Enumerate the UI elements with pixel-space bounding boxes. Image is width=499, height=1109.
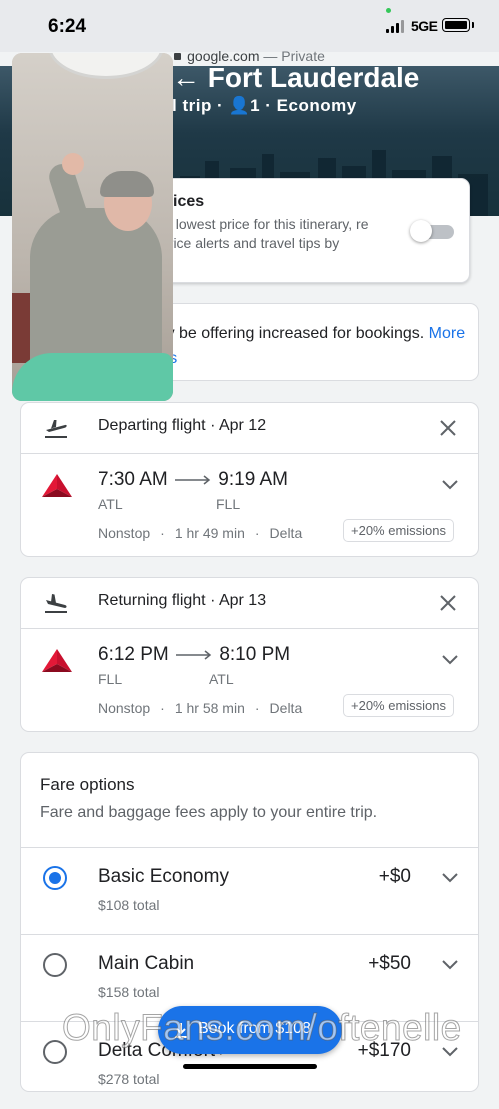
flight-card-header: Departing flight · Apr 12 bbox=[21, 403, 478, 454]
status-bar: 6:24 5GE bbox=[0, 0, 499, 52]
fare-options-subtitle: Fare and baggage fees apply to your enti… bbox=[40, 804, 378, 821]
track-prices-toggle[interactable] bbox=[410, 220, 454, 242]
destination-title[interactable]: ← Fort Lauderdale bbox=[172, 66, 419, 94]
duration: 1 hr 49 min bbox=[174, 525, 245, 541]
fare-total: $278 total bbox=[98, 1071, 160, 1087]
flight-header-title: Returning flight · Apr 13 bbox=[98, 592, 267, 609]
fare-price: +$50 bbox=[368, 953, 411, 974]
returning-flight-card: Returning flight · Apr 13 6:12 PM 8:10 P… bbox=[20, 577, 479, 732]
battery-icon bbox=[442, 18, 470, 32]
arrive-time: 8:10 PM bbox=[219, 644, 291, 665]
stops: Nonstop bbox=[98, 525, 151, 541]
arrive-airport: FLL bbox=[216, 496, 241, 512]
home-indicator[interactable] bbox=[183, 1064, 317, 1069]
depart-airport: ATL bbox=[98, 496, 123, 512]
arrow-right-icon bbox=[176, 650, 212, 660]
duration: 1 hr 58 min bbox=[174, 700, 245, 716]
flight-details: Nonstop · 1 hr 49 min · Delta bbox=[98, 525, 303, 541]
flight-times: 6:12 PM 8:10 PM bbox=[98, 644, 290, 666]
track-prices-description: le lowest price for this itinerary, re p… bbox=[161, 216, 369, 251]
flight-details: Nonstop · 1 hr 58 min · Delta bbox=[98, 700, 303, 716]
depart-airport: FLL bbox=[98, 671, 123, 687]
chevron-down-icon[interactable] bbox=[441, 959, 459, 971]
flight-times: 7:30 AM 9:19 AM bbox=[98, 469, 288, 491]
flight-header-title: Departing flight · Apr 12 bbox=[98, 417, 267, 434]
delta-logo-icon bbox=[42, 474, 72, 497]
notice-text: e may be offering increased for bookings… bbox=[131, 321, 471, 371]
close-icon[interactable] bbox=[438, 418, 458, 438]
emissions-badge[interactable]: +20% emissions bbox=[343, 694, 455, 717]
depart-time: 6:12 PM bbox=[98, 644, 169, 665]
private-mode-label: — Private bbox=[263, 48, 325, 64]
fare-options-title: Fare options bbox=[40, 775, 135, 794]
landing-icon bbox=[45, 594, 67, 613]
depart-time: 7:30 AM bbox=[98, 469, 168, 490]
battery-tip bbox=[472, 22, 474, 28]
chevron-down-icon[interactable] bbox=[441, 654, 459, 666]
radio-selected[interactable] bbox=[43, 866, 67, 890]
arrive-airport: ATL bbox=[209, 671, 234, 687]
notice-message: e may be offering increased for bookings… bbox=[131, 325, 425, 342]
picture-in-picture-video[interactable] bbox=[12, 53, 173, 401]
radio-unselected[interactable] bbox=[43, 953, 67, 977]
track-prices-title: ices bbox=[173, 193, 205, 210]
chevron-down-icon[interactable] bbox=[441, 872, 459, 884]
fare-name: Basic Economy bbox=[98, 866, 229, 887]
stops: Nonstop bbox=[98, 700, 151, 716]
fare-total: $108 total bbox=[98, 897, 160, 913]
delta-logo-icon bbox=[42, 649, 72, 672]
arrow-right-icon bbox=[175, 475, 211, 485]
chevron-down-icon[interactable] bbox=[441, 479, 459, 491]
fare-option-basic-economy[interactable]: Basic Economy $108 total +$0 bbox=[21, 847, 478, 935]
camera-indicator-icon bbox=[386, 8, 391, 13]
emissions-badge[interactable]: +20% emissions bbox=[343, 519, 455, 542]
fare-name: Main Cabin bbox=[98, 953, 195, 974]
flight-card-header: Returning flight · Apr 13 bbox=[21, 578, 478, 629]
trip-summary[interactable]: l trip · 👤1 · Economy bbox=[172, 96, 357, 116]
fare-price: +$0 bbox=[378, 866, 411, 887]
arrive-time: 9:19 AM bbox=[218, 469, 288, 490]
lock-icon bbox=[174, 53, 182, 60]
network-type: 5GE bbox=[411, 18, 438, 34]
url-domain: google.com bbox=[187, 48, 260, 64]
fare-total: $158 total bbox=[98, 984, 160, 1000]
takeoff-icon bbox=[45, 420, 67, 438]
airline: Delta bbox=[269, 700, 303, 716]
signal-icon bbox=[386, 19, 408, 33]
departing-flight-card: Departing flight · Apr 12 7:30 AM 9:19 A… bbox=[20, 402, 479, 557]
watermark: OnlyFans.com/oftenelle bbox=[62, 1007, 462, 1049]
airline: Delta bbox=[269, 525, 303, 541]
close-icon[interactable] bbox=[438, 593, 458, 613]
status-time: 6:24 bbox=[48, 16, 87, 37]
